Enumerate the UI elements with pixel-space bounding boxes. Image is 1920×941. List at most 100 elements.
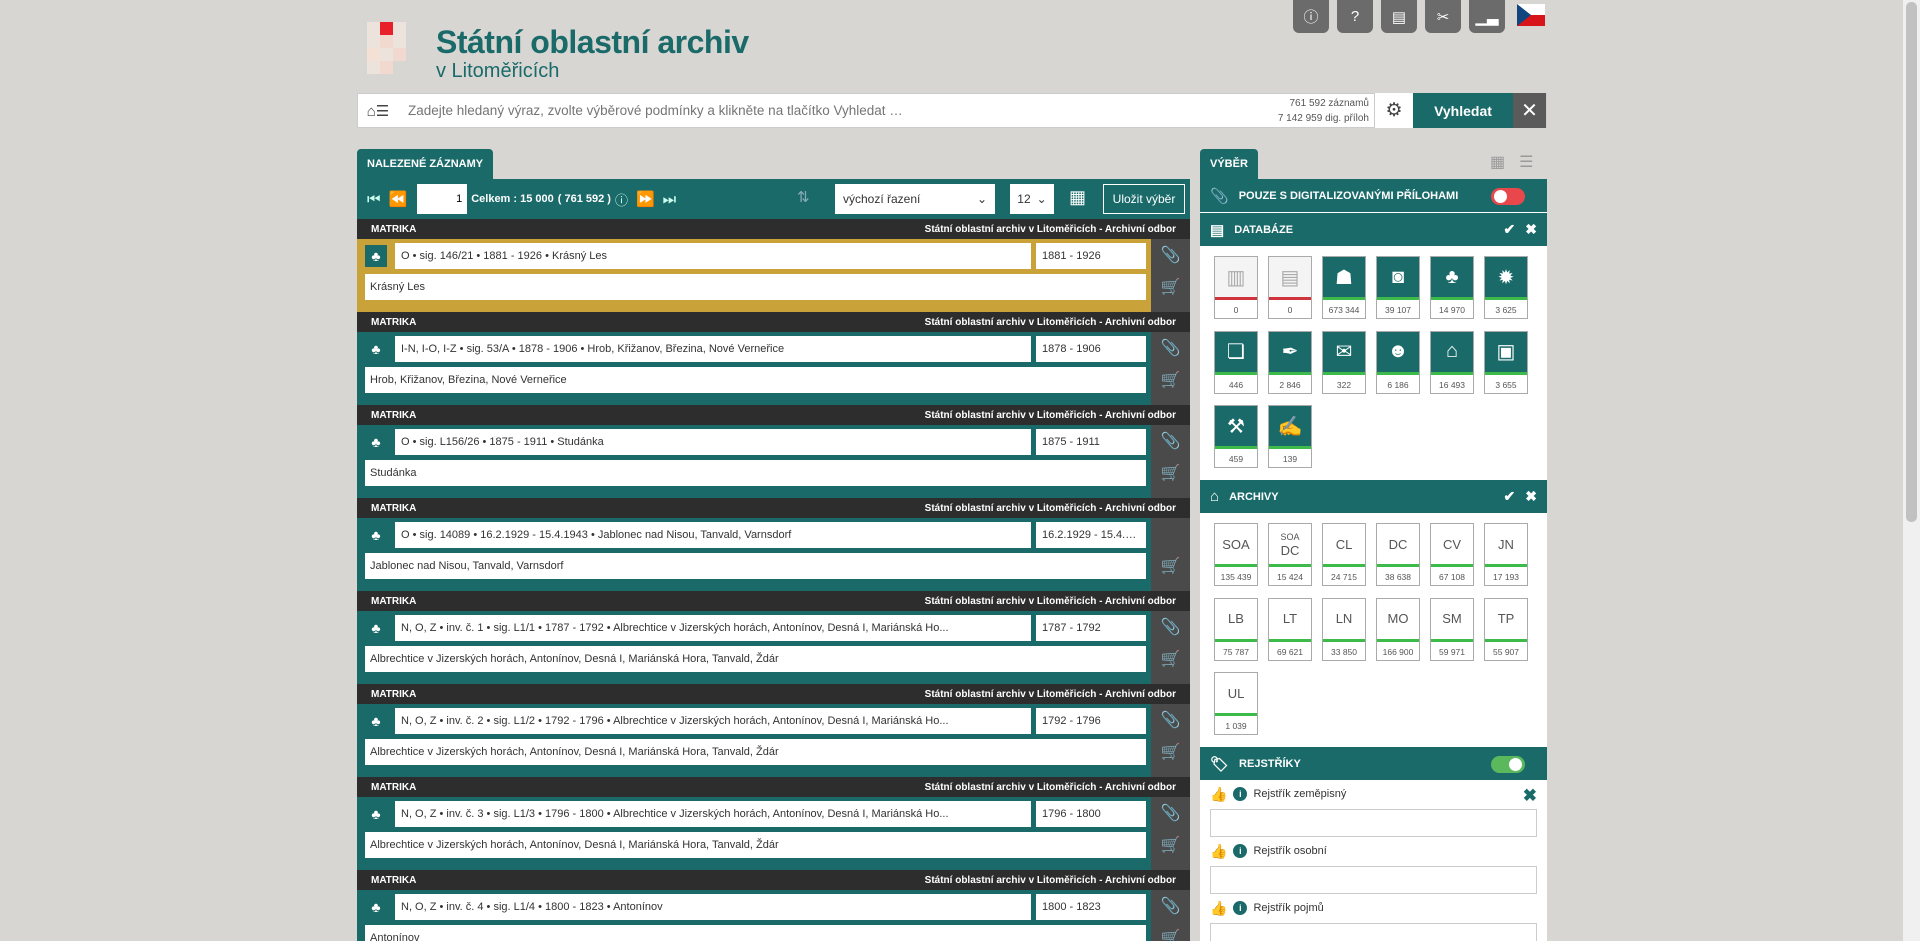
paperclip-icon[interactable]: 📎 (1151, 338, 1190, 358)
gear-icon[interactable]: ⚙ (1374, 93, 1413, 128)
clear-search-button[interactable]: ✕ (1513, 93, 1546, 128)
next-page-icon[interactable]: ⏩ (636, 190, 655, 208)
database-tile[interactable]: ✹ 3 625 (1484, 256, 1528, 319)
record-item[interactable]: MATRIKA Státní oblastní archiv v Litoměři… (357, 777, 1190, 870)
record-description[interactable]: I-N, I-O, I-Z • sig. 53/A • 1878 - 1906 … (395, 336, 1031, 362)
thumbs-up-icon[interactable]: 👍 (1210, 786, 1227, 803)
record-description[interactable]: O • sig. 146/21 • 1881 - 1926 • Krásný L… (395, 243, 1031, 269)
archive-tile[interactable]: UL 1 039 (1214, 672, 1258, 736)
record-item[interactable]: MATRIKA Státní oblastní archiv v Litoměři… (357, 684, 1190, 777)
tile-view-icon[interactable]: ▦ (1490, 152, 1505, 172)
paperclip-icon[interactable]: 📎 (1151, 617, 1190, 637)
record-body[interactable]: ♣ O • sig. L156/26 • 1875 - 1911 • Studá… (357, 425, 1151, 498)
archive-tile[interactable]: SM 59 971 (1430, 597, 1474, 661)
scrollbar[interactable] (1903, 0, 1920, 941)
page-number-input[interactable] (417, 184, 468, 214)
record-description[interactable]: N, O, Z • inv. č. 1 • sig. L1/1 • 1787 -… (395, 615, 1031, 641)
tab-found-records[interactable]: NALEZENÉ ZÁZNAMY (357, 149, 494, 179)
archive-tile[interactable]: LT 69 621 (1268, 597, 1312, 661)
register-input[interactable] (1210, 809, 1537, 837)
info-icon[interactable]: i (1233, 844, 1248, 858)
database-tile[interactable]: ❏ 446 (1214, 330, 1258, 394)
close-icon[interactable]: ✖ (1523, 786, 1537, 806)
record-item[interactable]: MATRIKA Státní oblastní archiv v Litoměři… (357, 870, 1190, 941)
archive-tile[interactable]: SOA 135 439 (1214, 523, 1258, 586)
archive-tile[interactable]: CL 24 715 (1322, 523, 1366, 586)
save-selection-button[interactable]: Uložit výběr (1103, 184, 1185, 214)
record-item[interactable]: MATRIKA Státní oblastní archiv v Litoměři… (357, 591, 1190, 684)
tab-selection[interactable]: VÝBĚR (1200, 149, 1258, 179)
record-body[interactable]: ♣ O • sig. 146/21 • 1881 - 1926 • Krásný… (357, 239, 1151, 312)
cart-icon[interactable]: 🛒 (1151, 463, 1190, 483)
digital-only-toggle[interactable] (1491, 188, 1525, 205)
paperclip-icon[interactable]: 📎 (1151, 710, 1190, 730)
archive-tile[interactable]: MO 166 900 (1376, 597, 1420, 661)
czech-flag-icon[interactable] (1517, 4, 1545, 26)
database-tile[interactable]: ✒ 2 846 (1268, 330, 1312, 394)
record-body[interactable]: ♣ N, O, Z • inv. č. 4 • sig. L1/4 • 1800… (357, 890, 1151, 941)
database-tile[interactable]: ▥ 0 (1214, 256, 1258, 319)
register-input[interactable] (1210, 866, 1537, 894)
archive-tile[interactable]: DC 38 638 (1376, 523, 1420, 586)
thumbs-up-icon[interactable]: 👍 (1210, 843, 1227, 860)
database-tile[interactable]: ✉ 322 (1322, 330, 1366, 394)
paperclip-icon[interactable]: 📎 (1151, 431, 1190, 451)
check-all-icon[interactable]: ✔ (1504, 221, 1516, 238)
paperclip-icon[interactable]: 📎 (1151, 896, 1190, 916)
info-circle-icon[interactable]: ⓘ (615, 190, 628, 209)
record-description[interactable]: N, O, Z • inv. č. 3 • sig. L1/3 • 1796 -… (395, 801, 1031, 827)
record-body[interactable]: ♣ N, O, Z • inv. č. 3 • sig. L1/3 • 1796… (357, 797, 1151, 870)
check-all-icon[interactable]: ✔ (1504, 488, 1516, 505)
cart-icon[interactable]: 🛒 (1151, 370, 1190, 390)
archive-tile[interactable]: LB 75 787 (1214, 597, 1258, 661)
archive-logo[interactable] (367, 20, 429, 82)
database-tile[interactable]: ✍ 139 (1268, 405, 1312, 469)
database-tile[interactable]: ⌂ 16 493 (1430, 330, 1474, 394)
record-item[interactable]: MATRIKA Státní oblastní archiv v Litoměři… (357, 219, 1190, 312)
archive-tile[interactable]: SOA DC 15 424 (1268, 523, 1312, 586)
archive-tile[interactable]: JN 17 193 (1484, 523, 1528, 586)
home-icon[interactable]: ⌂☰ (358, 102, 398, 120)
paperclip-icon[interactable]: 📎 (1151, 803, 1190, 823)
info-icon[interactable]: i (1233, 787, 1248, 801)
last-page-icon[interactable]: ⏭ (663, 191, 677, 208)
register-input[interactable] (1210, 923, 1537, 941)
record-description[interactable]: O • sig. 14089 • 16.2.1929 - 15.4.1943 •… (395, 522, 1031, 548)
database-tile[interactable]: ▣ 3 655 (1484, 330, 1528, 394)
record-body[interactable]: ♣ O • sig. 14089 • 16.2.1929 - 15.4.1943… (357, 518, 1151, 591)
record-description[interactable]: O • sig. L156/26 • 1875 - 1911 • Studánk… (395, 429, 1031, 455)
sort-direction-icon[interactable]: ⇅ (797, 188, 810, 206)
cart-icon[interactable]: 🛒 (1151, 835, 1190, 855)
sort-select[interactable]: výchozí řazení ⌄ (835, 184, 995, 214)
database-tile[interactable]: ◙ 39 107 (1376, 256, 1420, 319)
archive-tile[interactable]: LN 33 850 (1322, 597, 1366, 661)
search-input[interactable] (398, 95, 1278, 126)
first-page-icon[interactable]: ⏮ (367, 191, 381, 208)
archive-tile[interactable]: CV 67 108 (1430, 523, 1474, 586)
record-item[interactable]: MATRIKA Státní oblastní archiv v Litoměři… (357, 312, 1190, 405)
record-body[interactable]: ♣ N, O, Z • inv. č. 2 • sig. L1/2 • 1792… (357, 704, 1151, 777)
scrollbar-thumb[interactable] (1906, 2, 1917, 522)
cart-icon[interactable]: 🛒 (1151, 649, 1190, 669)
prev-page-icon[interactable]: ⏪ (389, 190, 408, 208)
stats-icon[interactable]: ▁▃ (1469, 0, 1505, 33)
registers-toggle[interactable] (1491, 756, 1525, 773)
thumbs-up-icon[interactable]: 👍 (1210, 900, 1227, 917)
help-icon[interactable]: ? (1337, 0, 1373, 33)
info-icon[interactable]: ⓘ (1293, 0, 1329, 33)
print-icon[interactable]: ▤ (1381, 0, 1417, 33)
record-item[interactable]: MATRIKA Státní oblastní archiv v Litoměři… (357, 405, 1190, 498)
per-page-select[interactable]: 12 ⌄ (1010, 184, 1054, 214)
search-button[interactable]: Vyhledat (1413, 93, 1513, 128)
clear-all-icon[interactable]: ✖ (1525, 221, 1537, 238)
record-description[interactable]: N, O, Z • inv. č. 2 • sig. L1/2 • 1792 -… (395, 708, 1031, 734)
record-item[interactable]: MATRIKA Státní oblastní archiv v Litoměři… (357, 498, 1190, 591)
database-tile[interactable]: ▤ 0 (1268, 256, 1312, 319)
cart-icon[interactable]: 🛒 (1151, 742, 1190, 762)
archive-tile[interactable]: TP 55 907 (1484, 597, 1528, 661)
cart-icon[interactable]: 🛒 (1151, 277, 1190, 297)
tools-icon[interactable]: ✂ (1425, 0, 1461, 33)
paperclip-icon[interactable]: 📎 (1151, 245, 1190, 265)
grid-view-icon[interactable]: ▦ (1069, 187, 1086, 208)
cart-icon[interactable]: 🛒 (1151, 928, 1190, 941)
